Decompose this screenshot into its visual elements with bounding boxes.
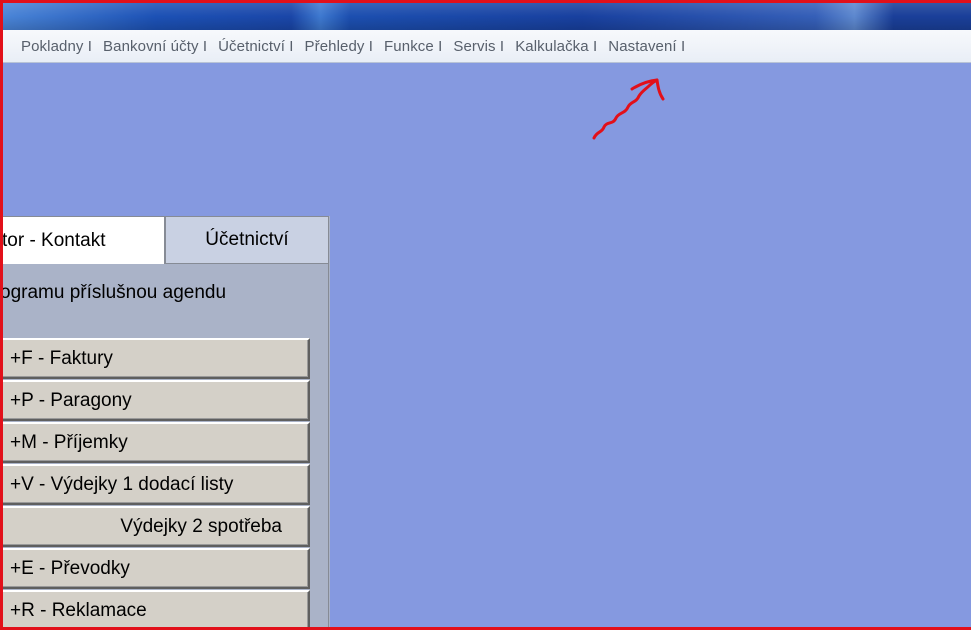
menu-item-kalkulacka[interactable]: Kalkulačka I bbox=[515, 38, 597, 55]
vydejky-2-button[interactable]: Výdejky 2 spotřeba bbox=[0, 506, 310, 547]
menu-bar: Pokladny I Bankovní účty I Účetnictví I … bbox=[0, 30, 971, 63]
tab-kontakt-label: tor - Kontakt bbox=[2, 229, 106, 251]
menu-item-nastaveni[interactable]: Nastavení I bbox=[608, 38, 685, 55]
reklamace-button[interactable]: +R - Reklamace bbox=[0, 590, 310, 630]
panel-body: ogramu příslušnou agendu +F - Faktury +P… bbox=[0, 264, 329, 630]
paragony-button[interactable]: +P - Paragony bbox=[0, 380, 310, 421]
menu-item-bankovni-ucty[interactable]: Bankovní účty I bbox=[103, 38, 207, 55]
menu-item-funkce[interactable]: Funkce I bbox=[384, 38, 442, 55]
tab-ucetnictvi-label: Účetnictví bbox=[205, 229, 289, 250]
prevodky-button[interactable]: +E - Převodky bbox=[0, 548, 310, 589]
faktury-button[interactable]: +F - Faktury bbox=[0, 338, 310, 379]
tab-kontakt[interactable]: tor - Kontakt bbox=[0, 216, 165, 264]
menu-item-prehledy[interactable]: Přehledy I bbox=[305, 38, 374, 55]
tab-ucetnictvi[interactable]: Účetnictví bbox=[165, 216, 329, 264]
agenda-instruction: ogramu příslušnou agendu bbox=[0, 282, 227, 303]
window-title-bar bbox=[0, 0, 971, 30]
vydejky-1-button[interactable]: +V - Výdejky 1 dodací listy bbox=[0, 464, 310, 505]
prijemky-button[interactable]: +M - Příjemky bbox=[0, 422, 310, 463]
red-arrow-annotation bbox=[592, 78, 665, 140]
agenda-panel: tor - Kontakt Účetnictví ogramu příslušn… bbox=[0, 216, 330, 630]
menu-item-servis[interactable]: Servis I bbox=[453, 38, 504, 55]
menu-item-ucetnictvi[interactable]: Účetnictví I bbox=[218, 38, 293, 55]
menu-item-pokladny[interactable]: Pokladny I bbox=[21, 38, 92, 55]
